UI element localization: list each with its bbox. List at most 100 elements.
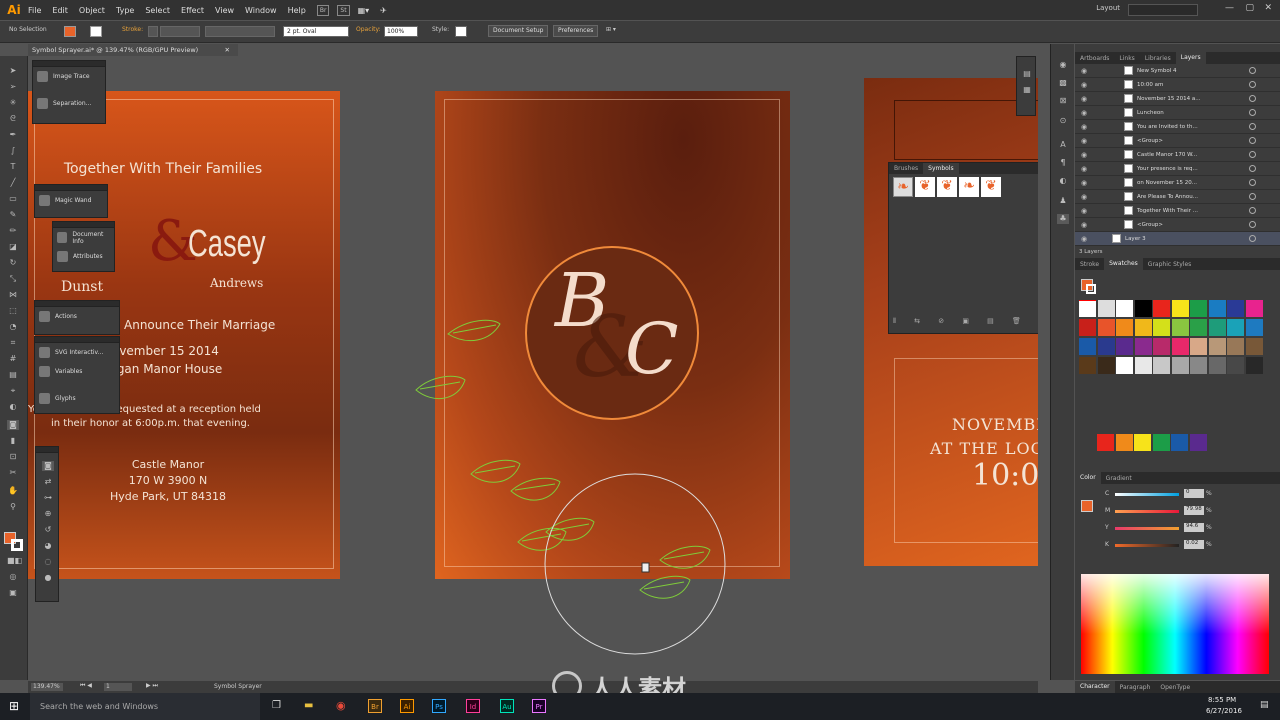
color-swatch[interactable] (1227, 319, 1244, 336)
tab-gradient[interactable]: Gradient (1101, 475, 1137, 482)
layer-row[interactable]: ◉ <Group> (1075, 134, 1280, 148)
tab-color[interactable]: Color (1075, 472, 1101, 484)
pen-tool-icon[interactable]: ✒ (7, 130, 19, 140)
menu-view[interactable]: View (215, 6, 234, 15)
symbol-sprayer-icon[interactable]: ◙ (42, 461, 54, 471)
color-group-swatch[interactable] (1097, 434, 1114, 451)
layer-row[interactable]: ◉ Together With Their ... (1075, 204, 1280, 218)
color-group-swatch[interactable] (1115, 434, 1133, 451)
visibility-eye-icon[interactable]: ◉ (1080, 235, 1088, 243)
visibility-eye-icon[interactable]: ◉ (1080, 179, 1088, 187)
tab-symbols[interactable]: Symbols (923, 162, 959, 175)
cc-libraries-icon[interactable]: ▩ (1057, 78, 1069, 88)
layer-row[interactable]: ◉ on November 15 20... (1075, 176, 1280, 190)
chrome-icon[interactable]: ◉ (336, 699, 346, 712)
color-swatch[interactable] (1097, 319, 1115, 336)
menu-object[interactable]: Object (79, 6, 105, 15)
color-swatch[interactable] (1208, 300, 1226, 317)
swatch-stroke-indicator[interactable] (1086, 284, 1096, 294)
target-circle-icon[interactable] (1249, 81, 1256, 88)
visibility-eye-icon[interactable]: ◉ (1080, 207, 1088, 215)
stroke-weight-field[interactable] (160, 26, 200, 37)
menu-effect[interactable]: Effect (181, 6, 204, 15)
tab-stroke[interactable]: Stroke (1075, 261, 1104, 268)
target-circle-icon[interactable] (1249, 109, 1256, 116)
stroke-label[interactable]: Stroke: (122, 26, 143, 33)
color-swatch[interactable] (1171, 300, 1189, 317)
color-swatch[interactable] (1245, 338, 1263, 355)
layer-row[interactable]: ◉ Are Please To Annou... (1075, 190, 1280, 204)
indesign-app-icon[interactable]: Id (466, 699, 480, 713)
paragraph-icon[interactable]: ¶ (1057, 158, 1069, 168)
tab-character[interactable]: Character (1075, 681, 1115, 693)
magic-wand-button[interactable]: Magic Wand (35, 191, 107, 210)
variables-button[interactable]: Variables (35, 362, 119, 381)
color-swatch[interactable] (1153, 319, 1170, 336)
symbol-leaf-4[interactable]: ❧ (959, 177, 979, 197)
color-swatch[interactable] (1208, 357, 1226, 374)
color-group-swatch[interactable] (1171, 434, 1188, 451)
preferences-button[interactable]: Preferences (553, 25, 599, 37)
pencil-tool-icon[interactable]: ✏ (7, 226, 19, 236)
eraser-tool-icon[interactable]: ◪ (7, 242, 19, 252)
channel-k-value[interactable]: 0.02 (1184, 540, 1204, 549)
fill-swatch[interactable] (64, 26, 76, 37)
audition-app-icon[interactable]: Au (500, 699, 514, 713)
transform-icon[interactable]: ⊠ (1057, 96, 1069, 106)
attributes-button[interactable]: Attributes (53, 247, 114, 266)
color-swatch[interactable] (1097, 338, 1115, 355)
artboard-tool-icon[interactable]: ⊡ (7, 452, 19, 462)
layer-row[interactable]: ◉ November 15 2014 a... (1075, 92, 1280, 106)
color-swatch[interactable] (1190, 338, 1207, 355)
magic-wand-tool-icon[interactable]: ✳ (7, 98, 19, 108)
color-swatch[interactable] (1079, 319, 1096, 336)
color-swatch[interactable] (1134, 319, 1152, 336)
layer-row[interactable]: ◉ <Group> (1075, 218, 1280, 232)
tab-layers[interactable]: Layers (1175, 52, 1206, 64)
windows-start-icon[interactable]: ⊞ (9, 699, 19, 713)
arrange-icon[interactable]: ⊞ ▾ (606, 26, 616, 33)
mini-panel-icon-2[interactable]: ▦ (1021, 85, 1033, 95)
zoom-tool-icon[interactable]: ⚲ (7, 502, 19, 512)
tab-artboards[interactable]: Artboards (1075, 55, 1114, 62)
color-swatch[interactable] (1171, 319, 1189, 336)
bridge-button[interactable]: Br (316, 4, 330, 16)
target-circle-icon[interactable] (1249, 235, 1256, 242)
tab-links[interactable]: Links (1114, 55, 1139, 62)
visibility-eye-icon[interactable]: ◉ (1080, 109, 1088, 117)
menu-type[interactable]: Type (116, 6, 134, 15)
document-tab[interactable]: Symbol Sprayer.ai* @ 139.47% (RGB/GPU Pr… (28, 44, 238, 56)
layer-row[interactable]: ◉ Your presence is req... (1075, 162, 1280, 176)
type-tool-icon[interactable]: T (7, 162, 19, 172)
layer-row[interactable]: ◉ Castle Manor 170 W... (1075, 148, 1280, 162)
notifications-icon[interactable]: ▤ (1260, 700, 1269, 710)
color-swatch[interactable] (1079, 357, 1096, 374)
hand-tool-icon[interactable]: ✋ (7, 486, 19, 496)
line-tool-icon[interactable]: ╱ (7, 178, 19, 188)
color-group-swatch[interactable] (1152, 434, 1170, 451)
color-swatch[interactable] (1245, 357, 1263, 374)
color-mode-icon[interactable]: ■◧ (7, 556, 22, 566)
color-swatch[interactable] (1116, 357, 1133, 374)
color-swatch[interactable] (1153, 338, 1170, 355)
channel-c-slider[interactable] (1115, 493, 1179, 496)
color-swatch[interactable] (1097, 357, 1115, 374)
layer-row[interactable]: ◉ Luncheon (1075, 106, 1280, 120)
color-group-swatch[interactable] (1189, 434, 1207, 451)
mesh-tool-icon[interactable]: # (7, 354, 19, 364)
illustrator-app-icon[interactable]: Ai (400, 699, 414, 713)
task-view-icon[interactable]: ❐ (272, 700, 281, 711)
color-swatch[interactable] (1134, 300, 1152, 317)
visibility-eye-icon[interactable]: ◉ (1080, 67, 1088, 75)
separations-button[interactable]: Separation... (33, 94, 105, 113)
variable-width-profile[interactable] (205, 26, 275, 37)
rotate-tool-icon[interactable]: ↻ (7, 258, 19, 268)
gpu-performance-icon[interactable]: ✈ (380, 6, 387, 15)
artboard-nav-prev-icon[interactable]: ⏮ ◀ (80, 682, 92, 690)
menu-help[interactable]: Help (288, 6, 306, 15)
channel-m-slider[interactable] (1115, 510, 1179, 513)
selection-tool-icon[interactable]: ➤ (7, 66, 19, 76)
arrange-documents-icon[interactable]: ▦▾ (358, 6, 370, 15)
channel-y-slider[interactable] (1115, 527, 1179, 530)
visibility-eye-icon[interactable]: ◉ (1080, 123, 1088, 131)
